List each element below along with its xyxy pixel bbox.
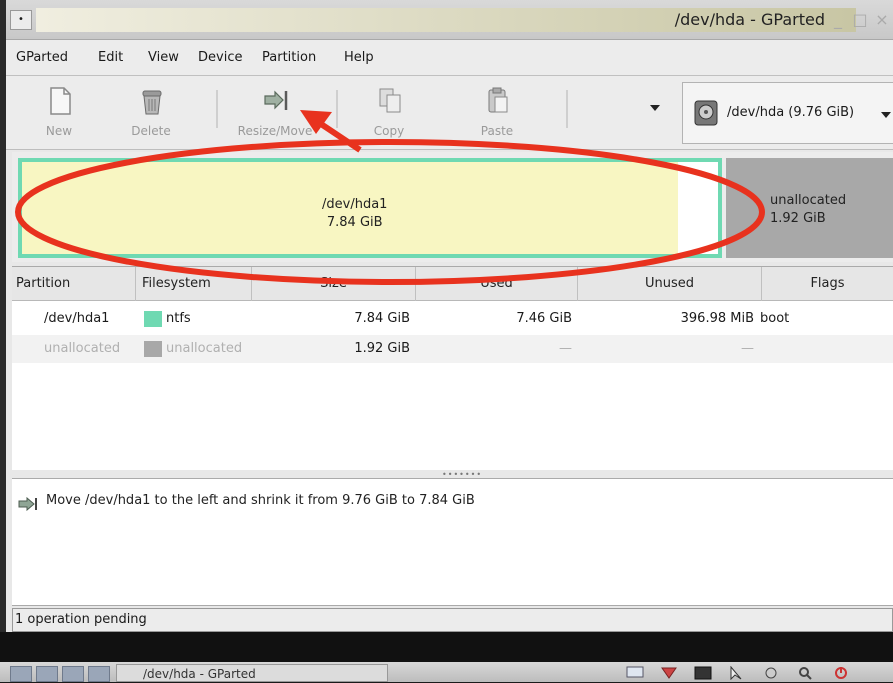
unallocated-block-size: 1.92 GiB bbox=[770, 211, 826, 226]
network-icon[interactable] bbox=[660, 666, 678, 680]
delete-button[interactable]: Delete bbox=[106, 82, 196, 144]
cursor-icon[interactable] bbox=[728, 666, 746, 680]
toolbar-separator bbox=[566, 90, 568, 128]
cell-partition: unallocated bbox=[44, 341, 121, 356]
operation-item[interactable]: Move /dev/hda1 to the left and shrink it… bbox=[46, 493, 475, 508]
new-label: New bbox=[45, 124, 73, 138]
menu-help[interactable]: Help bbox=[344, 50, 374, 65]
menu-edit[interactable]: Edit bbox=[98, 50, 123, 65]
cell-unused: — bbox=[741, 341, 754, 356]
cell-size: 7.84 GiB bbox=[354, 311, 410, 326]
resize-move-icon bbox=[264, 90, 288, 110]
partition-block-size: 7.84 GiB bbox=[326, 215, 383, 230]
toolbar-separator bbox=[336, 90, 338, 128]
menu-device[interactable]: Device bbox=[198, 50, 242, 65]
workspace-switcher-4[interactable] bbox=[88, 666, 110, 682]
monitor-icon[interactable] bbox=[626, 666, 644, 680]
partition-block-hda1[interactable]: /dev/hda1 7.84 GiB bbox=[18, 158, 722, 258]
cell-unused: 396.98 MiB bbox=[680, 311, 754, 326]
menu-gparted[interactable]: GParted bbox=[16, 50, 68, 65]
toolbar-separator bbox=[216, 90, 218, 128]
pane-resize-handle[interactable]: ••••••• bbox=[442, 470, 482, 479]
paste-label: Paste bbox=[480, 124, 514, 138]
window-controls: _ □ × bbox=[827, 8, 893, 32]
resize-move-button[interactable]: Resize/Move bbox=[230, 82, 320, 144]
column-header-flags[interactable]: Flags bbox=[762, 267, 893, 301]
cell-used: 7.46 GiB bbox=[516, 311, 572, 326]
partition-free-space bbox=[678, 162, 718, 254]
table-row[interactable]: unallocated unallocated 1.92 GiB — — bbox=[12, 335, 893, 363]
filesystem-color-swatch bbox=[144, 341, 162, 357]
new-document-icon bbox=[50, 87, 71, 115]
paste-icon bbox=[488, 87, 508, 113]
unallocated-block-label: unallocated 1.92 GiB bbox=[770, 192, 846, 228]
partition-block-name: /dev/hda1 bbox=[322, 197, 388, 212]
taskbar: /dev/hda - GParted bbox=[0, 662, 893, 682]
toolbar-overflow-chevron-down-icon[interactable] bbox=[650, 104, 660, 112]
resize-move-label: Resize/Move bbox=[237, 124, 313, 138]
pending-operations-list: Move /dev/hda1 to the left and shrink it… bbox=[12, 478, 893, 606]
trash-icon bbox=[142, 90, 162, 115]
status-bar: 1 operation pending bbox=[12, 608, 893, 632]
close-icon[interactable]: × bbox=[871, 8, 893, 32]
menu-bar: GParted Edit View Device Partition Help bbox=[6, 40, 893, 76]
window-title: /dev/hda - GParted bbox=[674, 10, 825, 29]
device-selector[interactable]: /dev/hda (9.76 GiB) bbox=[682, 82, 893, 144]
column-header-used[interactable]: Used bbox=[416, 267, 578, 301]
device-label: /dev/hda (9.76 GiB) bbox=[727, 105, 855, 120]
minimize-icon[interactable]: _ bbox=[827, 8, 849, 32]
device-chevron-down-icon[interactable] bbox=[881, 111, 891, 119]
column-header-partition[interactable]: Partition bbox=[12, 267, 136, 301]
table-header: Partition Filesystem Size Used Unused Fl… bbox=[12, 267, 893, 301]
gparted-window: • /dev/hda - GParted _ □ × GParted Edit … bbox=[0, 0, 893, 640]
window-menu-button[interactable]: • bbox=[10, 10, 32, 30]
search-icon[interactable] bbox=[796, 666, 814, 680]
title-bar: • /dev/hda - GParted _ □ × bbox=[6, 0, 893, 40]
cell-partition: /dev/hda1 bbox=[44, 311, 110, 326]
filesystem-color-swatch bbox=[144, 311, 162, 327]
column-header-unused[interactable]: Unused bbox=[578, 267, 762, 301]
power-icon[interactable] bbox=[832, 666, 850, 680]
cell-used: — bbox=[559, 341, 572, 356]
disk-map: /dev/hda1 7.84 GiB unallocated 1.92 GiB bbox=[12, 152, 893, 262]
terminal-icon[interactable] bbox=[694, 666, 712, 680]
cell-filesystem: ntfs bbox=[166, 311, 191, 326]
column-header-size[interactable]: Size bbox=[252, 267, 416, 301]
partition-block-unallocated[interactable]: unallocated 1.92 GiB bbox=[726, 158, 893, 258]
cell-size: 1.92 GiB bbox=[354, 341, 410, 356]
maximize-icon[interactable]: □ bbox=[849, 8, 871, 32]
copy-button[interactable]: Copy bbox=[344, 82, 434, 144]
paste-button[interactable]: Paste bbox=[452, 82, 542, 144]
cell-flags: boot bbox=[760, 311, 790, 326]
new-button[interactable]: New bbox=[14, 82, 104, 144]
toolbar: New Delete Resize/Move Copy Paste /dev/h… bbox=[6, 76, 893, 150]
workspace-switcher-3[interactable] bbox=[62, 666, 84, 682]
partition-block-label: /dev/hda1 7.84 GiB bbox=[322, 196, 387, 232]
copy-label: Copy bbox=[373, 124, 405, 138]
workspace-switcher-1[interactable] bbox=[10, 666, 32, 682]
unallocated-block-name: unallocated bbox=[770, 193, 847, 208]
column-header-filesystem[interactable]: Filesystem bbox=[136, 267, 252, 301]
menu-partition[interactable]: Partition bbox=[262, 50, 316, 65]
table-row[interactable]: /dev/hda1 ntfs 7.84 GiB 7.46 GiB 396.98 … bbox=[12, 305, 893, 333]
menu-view[interactable]: View bbox=[148, 50, 179, 65]
move-operation-icon bbox=[18, 497, 37, 511]
partition-table: Partition Filesystem Size Used Unused Fl… bbox=[12, 266, 893, 470]
copy-icon bbox=[379, 88, 401, 113]
workspace-switcher-2[interactable] bbox=[36, 666, 58, 682]
taskbar-window-button[interactable]: /dev/hda - GParted bbox=[116, 664, 388, 682]
status-text: 1 operation pending bbox=[15, 612, 147, 627]
hard-disk-icon bbox=[694, 100, 718, 126]
delete-label: Delete bbox=[131, 124, 171, 138]
cell-filesystem: unallocated bbox=[166, 341, 243, 356]
desktop-background bbox=[0, 632, 893, 662]
settings-icon[interactable] bbox=[762, 666, 780, 680]
